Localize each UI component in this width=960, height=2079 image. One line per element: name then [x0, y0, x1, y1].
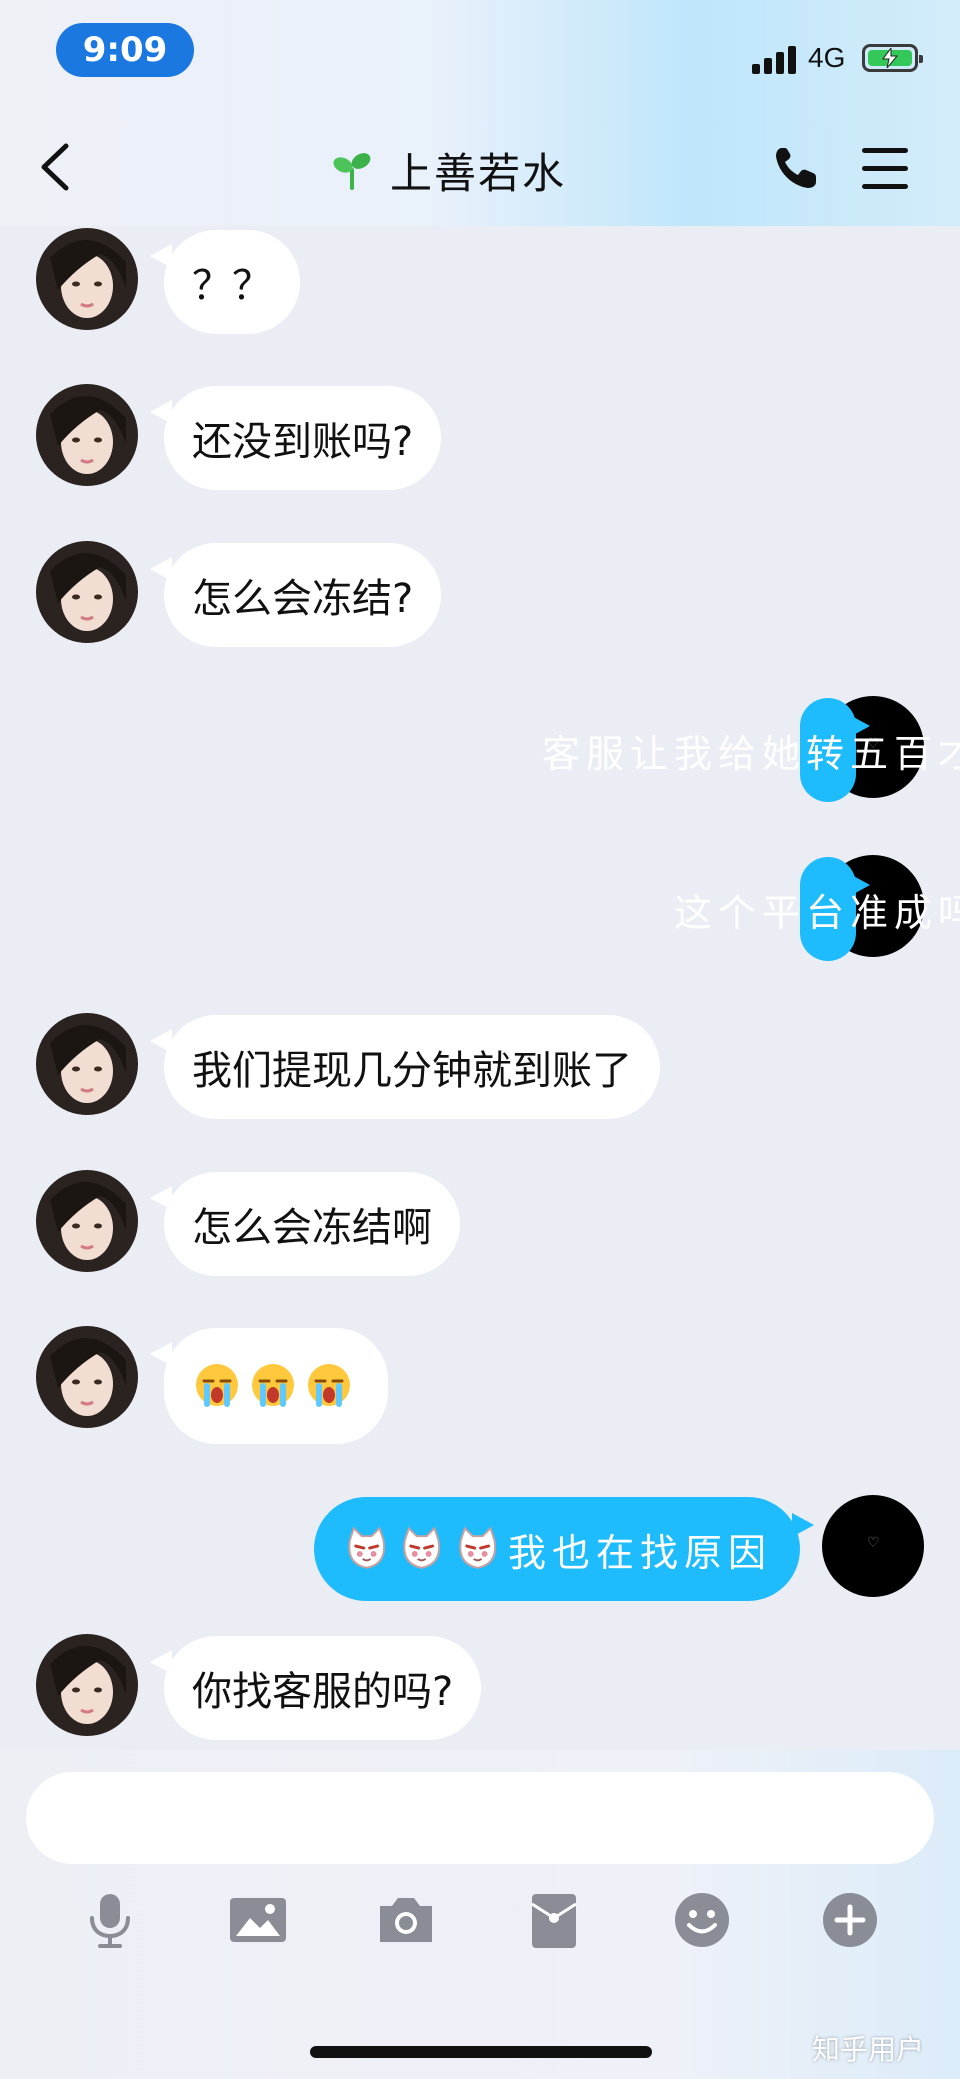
contact-avatar[interactable]: [36, 228, 138, 330]
crying-emoji: [252, 1364, 294, 1407]
message-bubble[interactable]: 你找客服的吗?: [149, 1636, 482, 1740]
message-input[interactable]: [26, 1772, 934, 1864]
incoming-message: [0, 1318, 960, 1444]
outgoing-message: 这个平台准成吗: [0, 847, 960, 967]
camera-icon[interactable]: [376, 1890, 436, 1950]
my-avatar[interactable]: [822, 1495, 924, 1597]
incoming-message: ？？: [0, 226, 960, 340]
battery-icon: [862, 44, 923, 72]
incoming-message: 怎么会冻结?: [0, 533, 960, 653]
cat-face-emoji: [458, 1526, 496, 1569]
red-packet-icon[interactable]: [524, 1890, 584, 1950]
message-text: 客服让我给她转五百才能解冻: [542, 731, 960, 776]
message-text: 这个平台准成吗: [674, 890, 960, 935]
status-time: 9:09: [56, 23, 194, 77]
contact-avatar[interactable]: [36, 1634, 138, 1736]
message-text: 我们提现几分钟就到账了: [192, 1048, 632, 1094]
message-text: 怎么会冻结?: [192, 576, 414, 622]
image-icon[interactable]: [228, 1890, 288, 1950]
chat-header[interactable]: 上善若水: [330, 140, 566, 200]
signal-icon: [752, 46, 798, 74]
message-text: 怎么会冻结啊: [192, 1205, 432, 1251]
incoming-message: 我们提现几分钟就到账了: [0, 1005, 960, 1125]
message-bubble[interactable]: 怎么会冻结?: [149, 543, 442, 647]
incoming-message: 还没到账吗?: [0, 376, 960, 496]
contact-avatar[interactable]: [36, 384, 138, 486]
outgoing-message: 客服让我给她转五百才能解冻: [0, 688, 960, 808]
message-list[interactable]: ？？ 还没到账吗? 怎么会冻结? 客服让我给她转五百才能解冻这个平台准成吗我们提现几分…: [0, 226, 960, 1750]
contact-avatar[interactable]: [36, 541, 138, 643]
microphone-icon[interactable]: [80, 1890, 140, 1950]
home-indicator[interactable]: [310, 2046, 652, 2058]
cat-face-emoji: [348, 1526, 386, 1569]
top-bar: 9:09 4G 上善若水: [0, 0, 960, 226]
menu-icon[interactable]: [862, 148, 908, 190]
contact-avatar[interactable]: [36, 1170, 138, 1272]
message-bubble[interactable]: 我也在找原因: [314, 1497, 814, 1601]
message-bubble[interactable]: 怎么会冻结啊: [150, 1172, 460, 1276]
message-text: 还没到账吗?: [192, 419, 414, 465]
phone-call-icon[interactable]: [772, 144, 820, 192]
watermark: 知乎用户: [812, 2033, 925, 2066]
sprout-icon: [333, 153, 371, 190]
plus-icon[interactable]: [820, 1890, 880, 1950]
incoming-message: 怎么会冻结啊: [0, 1162, 960, 1282]
outgoing-message: 我也在找原因: [0, 1487, 960, 1607]
cat-face-emoji: [403, 1526, 441, 1569]
message-text: 你找客服的吗?: [192, 1669, 454, 1715]
contact-avatar[interactable]: [36, 1326, 138, 1428]
incoming-message: 你找客服的吗?: [0, 1626, 960, 1746]
crying-emoji: [308, 1364, 350, 1407]
chat-title: 上善若水: [390, 148, 567, 198]
message-text: 我也在找原因: [507, 1530, 772, 1575]
contact-avatar[interactable]: [36, 1013, 138, 1115]
composer: 知乎用户: [0, 1750, 960, 2079]
crying-emoji: [196, 1364, 238, 1407]
message-bubble[interactable]: ？？: [150, 230, 300, 334]
message-bubble[interactable]: 客服让我给她转五百才能解冻: [542, 698, 960, 802]
message-text: ？？: [192, 263, 272, 309]
network-type: 4G: [808, 42, 846, 73]
message-bubble[interactable]: 还没到账吗?: [149, 386, 442, 490]
emoji-icon[interactable]: [672, 1890, 732, 1950]
back-arrow-icon[interactable]: [36, 142, 78, 192]
message-bubble[interactable]: 我们提现几分钟就到账了: [150, 1015, 660, 1119]
message-bubble[interactable]: [150, 1328, 388, 1444]
message-bubble[interactable]: 这个平台准成吗: [674, 857, 960, 961]
